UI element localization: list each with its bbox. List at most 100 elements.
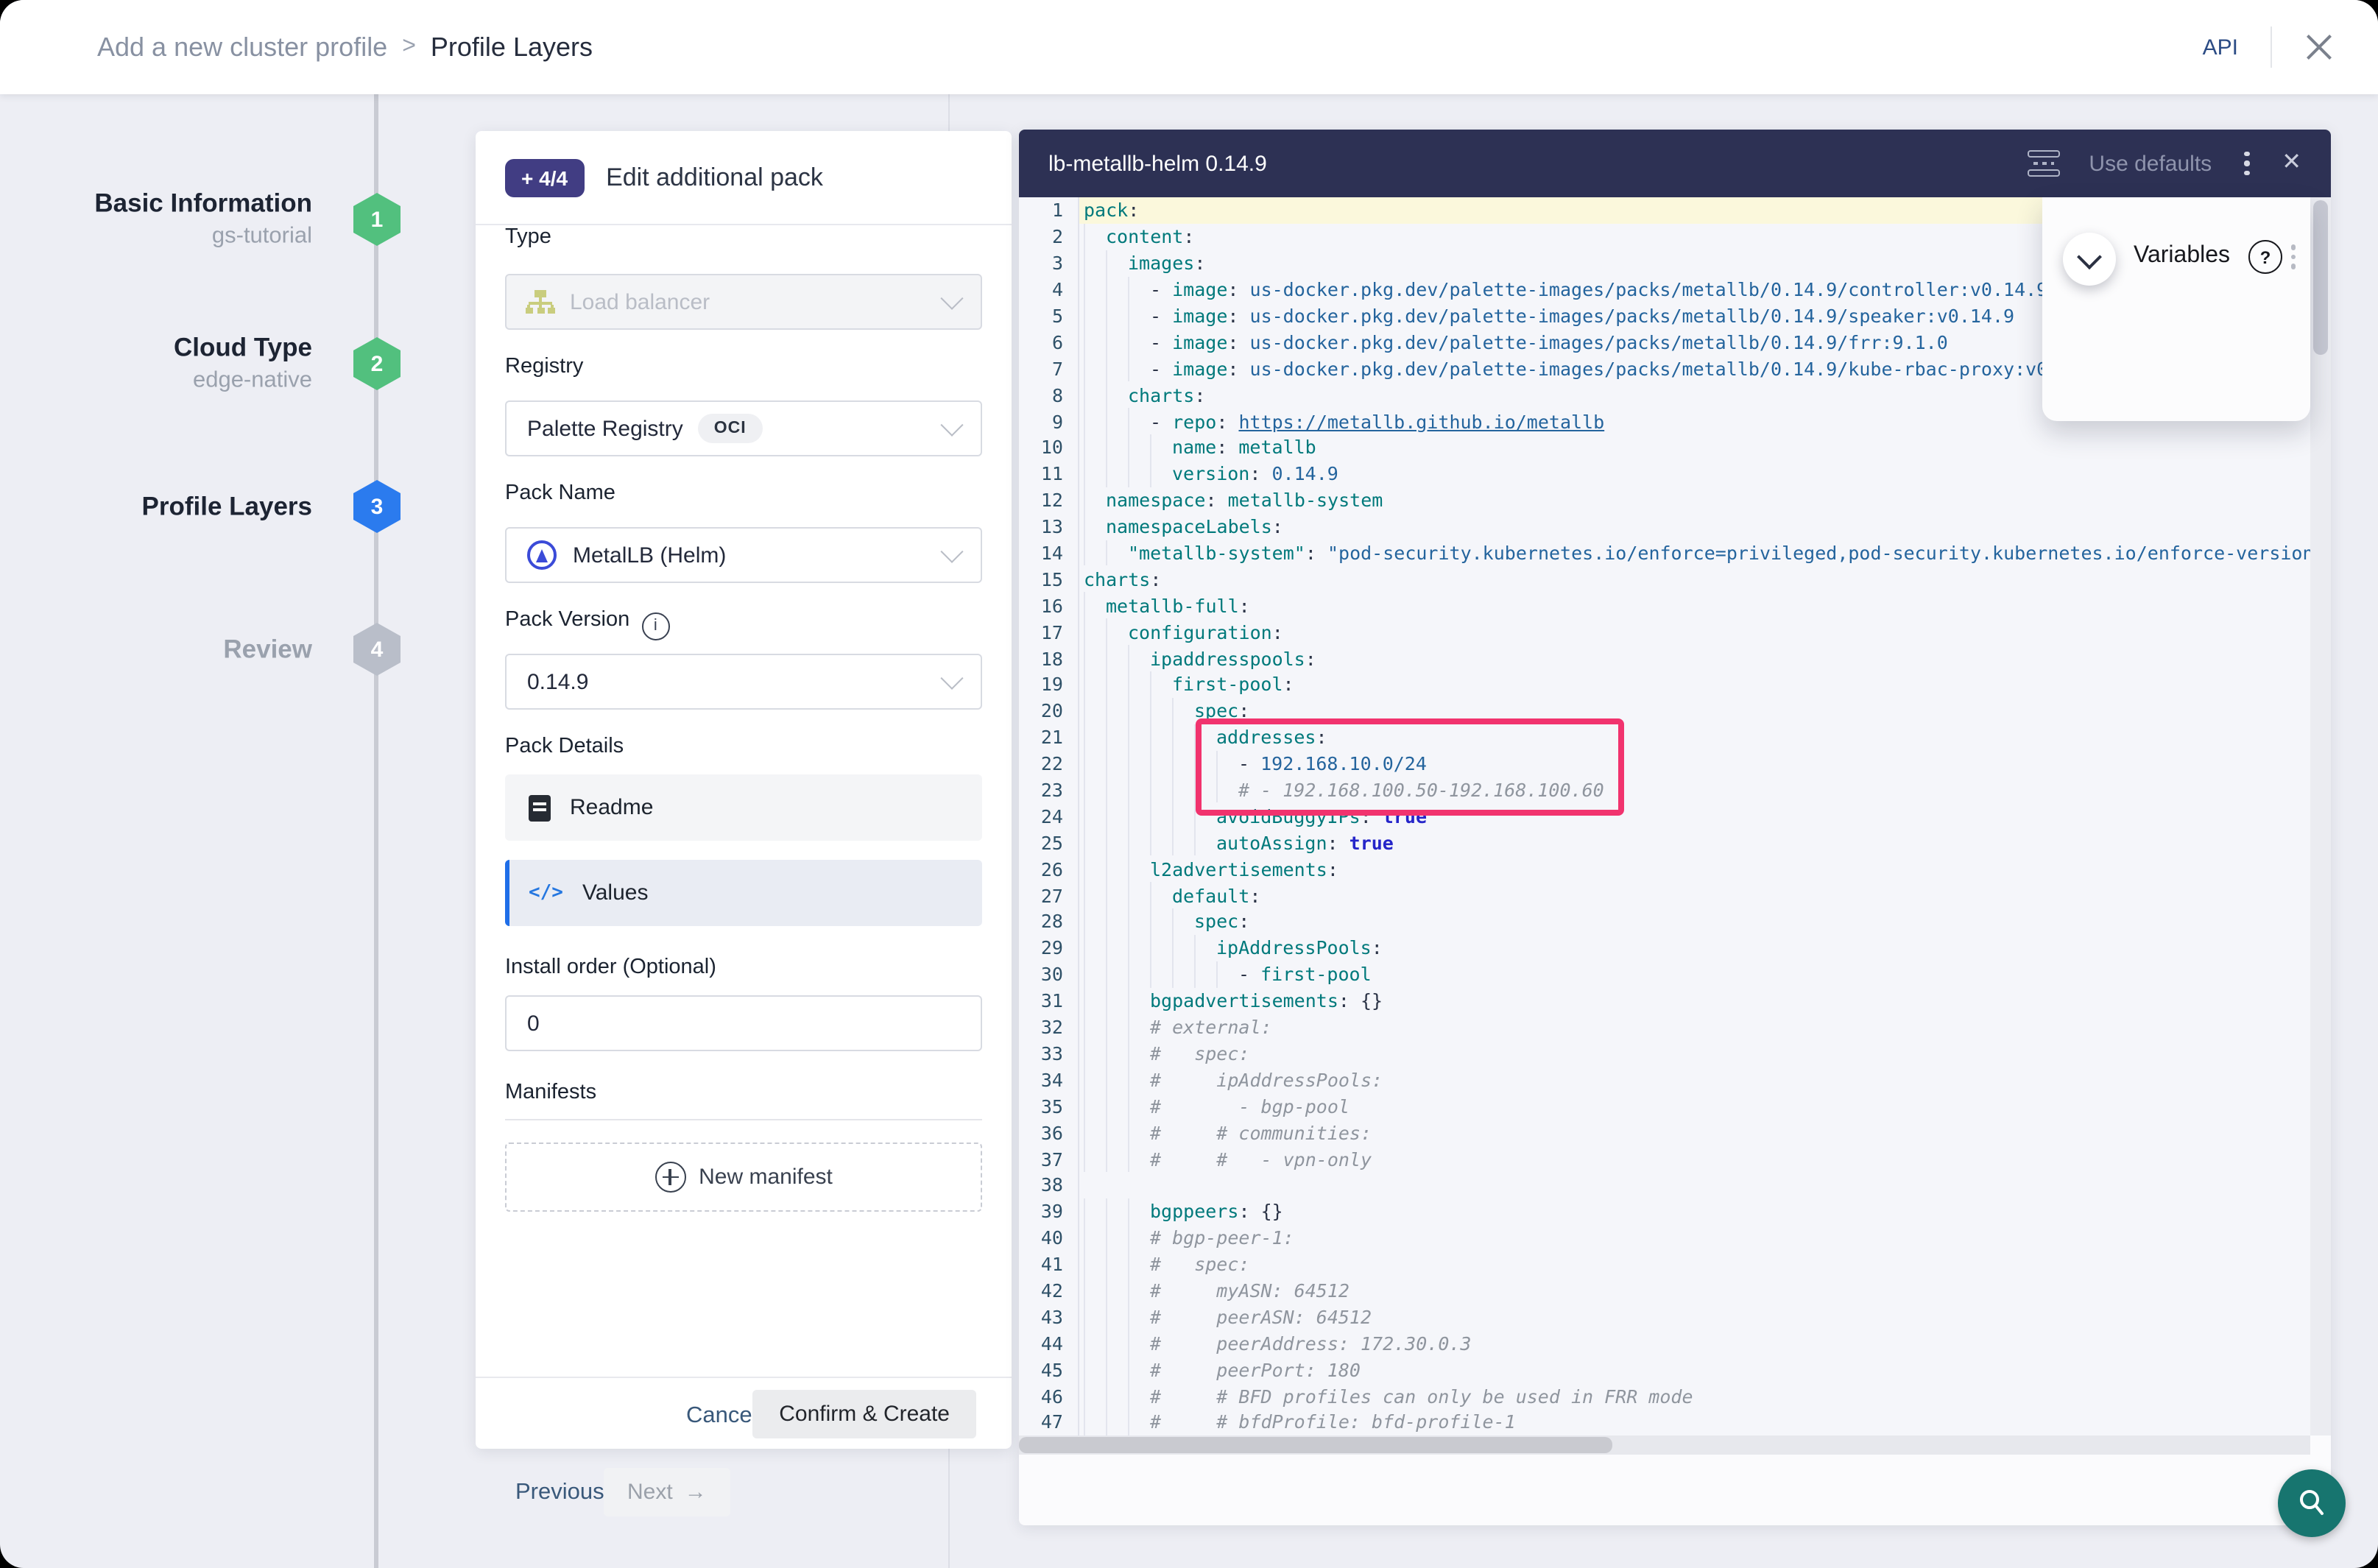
- previous-button[interactable]: Previous: [515, 1480, 604, 1506]
- code-line-34[interactable]: 34# ipAddressPools:: [1019, 1067, 2310, 1093]
- code-line-12[interactable]: 12namespace: metallb-system: [1019, 487, 2310, 514]
- install-order-input[interactable]: 0: [505, 995, 982, 1051]
- code-line-20[interactable]: 20spec:: [1019, 698, 2310, 724]
- code-line-10[interactable]: 10name: metallb: [1019, 434, 2310, 461]
- code-line-47[interactable]: 47# # bfdProfile: bfd-profile-1: [1019, 1409, 2310, 1435]
- code-line-38[interactable]: 38: [1019, 1172, 2310, 1198]
- line-number: 28: [1019, 911, 1063, 933]
- code-line-22[interactable]: 22- 192.168.10.0/24: [1019, 750, 2310, 777]
- code-line-40[interactable]: 40# bgp-peer-1:: [1019, 1224, 2310, 1251]
- code-line-26[interactable]: 26l2advertisements:: [1019, 856, 2310, 883]
- code-line-11[interactable]: 11version: 0.14.9: [1019, 461, 2310, 487]
- code-line-42[interactable]: 42# myASN: 64512: [1019, 1277, 2310, 1304]
- vertical-scrollbar-thumb[interactable]: [2313, 200, 2328, 355]
- cancel-button[interactable]: Cancel: [686, 1403, 758, 1430]
- code-line-17[interactable]: 17configuration:: [1019, 619, 2310, 646]
- variables-label: Variables: [2134, 243, 2230, 269]
- code-token: # # BFD profiles can only be used in FRR…: [1150, 1385, 1693, 1407]
- code-line-21[interactable]: 21addresses:: [1019, 724, 2310, 751]
- code-line-43[interactable]: 43# peerASN: 64512: [1019, 1304, 2310, 1330]
- line-number: 17: [1019, 621, 1063, 643]
- breadcrumb-parent[interactable]: Add a new cluster profile: [97, 32, 387, 63]
- type-select[interactable]: Load balancer: [505, 274, 982, 330]
- step-hexagon-4[interactable]: 4: [353, 623, 401, 676]
- code-token: avoidBuggyIPs: [1216, 805, 1361, 827]
- code-line-37[interactable]: 37# # - vpn-only: [1019, 1145, 2310, 1172]
- line-number: 33: [1019, 1042, 1063, 1064]
- new-manifest-button[interactable]: New manifest: [505, 1143, 982, 1212]
- code-line-18[interactable]: 18ipaddresspools:: [1019, 645, 2310, 671]
- editor-close-icon[interactable]: ✕: [2282, 152, 2301, 175]
- code-line-41[interactable]: 41# spec:: [1019, 1251, 2310, 1277]
- code-line-46[interactable]: 46# # BFD profiles can only be used in F…: [1019, 1382, 2310, 1409]
- indent-guides: [1084, 1224, 1150, 1251]
- code-line-39[interactable]: 39bgppeers: {}: [1019, 1198, 2310, 1225]
- code-line-29[interactable]: 29ipAddressPools:: [1019, 935, 2310, 961]
- readme-tab[interactable]: Readme: [505, 774, 982, 841]
- line-number: 29: [1019, 937, 1063, 959]
- variables-collapse-button[interactable]: [2063, 233, 2116, 286]
- code-line-32[interactable]: 32# external:: [1019, 1014, 2310, 1040]
- code-line-28[interactable]: 28spec:: [1019, 908, 2310, 935]
- code-line-36[interactable]: 36# # communities:: [1019, 1119, 2310, 1145]
- code-line-44[interactable]: 44# peerAddress: 172.30.0.3: [1019, 1330, 2310, 1357]
- step-cloud-type[interactable]: Cloud Typeedge-native: [0, 331, 312, 397]
- help-icon[interactable]: ?: [2248, 240, 2282, 274]
- line-number: 32: [1019, 1016, 1063, 1038]
- info-icon[interactable]: i: [641, 612, 669, 640]
- pack-name-select[interactable]: MetalLB (Helm): [505, 527, 982, 583]
- pack-count-badge[interactable]: + 4/4: [505, 158, 584, 197]
- code-line-14[interactable]: 14"metallb-system": "pod-security.kubern…: [1019, 540, 2310, 566]
- code-line-31[interactable]: 31bgpadvertisements: {}: [1019, 987, 2310, 1014]
- code-line-30[interactable]: 30- first-pool: [1019, 961, 2310, 988]
- kebab-menu-icon[interactable]: [2241, 149, 2252, 179]
- code-token: namespace: [1106, 489, 1205, 511]
- vertical-scrollbar[interactable]: [2310, 197, 2331, 1435]
- code-line-45[interactable]: 45# peerPort: 180: [1019, 1356, 2310, 1382]
- code-line-13[interactable]: 13namespaceLabels:: [1019, 513, 2310, 540]
- step-hexagon-3[interactable]: 3: [353, 480, 401, 533]
- pack-name-label: Pack Name: [505, 481, 615, 505]
- next-button[interactable]: Next →: [604, 1468, 730, 1516]
- code-token: spec: [1194, 700, 1238, 722]
- code-line-15[interactable]: 15charts:: [1019, 566, 2310, 593]
- code-line-23[interactable]: 23# - 192.168.100.50-192.168.100.60: [1019, 777, 2310, 803]
- line-number: 27: [1019, 884, 1063, 906]
- horizontal-scrollbar-thumb[interactable]: [1019, 1437, 1612, 1453]
- api-button[interactable]: API: [2203, 35, 2238, 60]
- step-hexagon-2[interactable]: 2: [353, 337, 401, 390]
- code-line-16[interactable]: 16metallb-full:: [1019, 593, 2310, 619]
- pack-details-label: Pack Details: [505, 735, 624, 758]
- step-profile-layers[interactable]: Profile Layers: [0, 490, 312, 523]
- registry-select[interactable]: Palette Registry OCI: [505, 400, 982, 456]
- pack-version-select[interactable]: 0.14.9: [505, 654, 982, 710]
- step-hexagon-1[interactable]: 1: [353, 193, 401, 246]
- variables-kebab-icon[interactable]: [2287, 241, 2298, 272]
- code-line-25[interactable]: 25autoAssign: true: [1019, 830, 2310, 856]
- code-token: -: [1150, 410, 1172, 432]
- code-line-35[interactable]: 35# - bgp-pool: [1019, 1093, 2310, 1120]
- indent-guides: [1084, 329, 1150, 356]
- code-line-27[interactable]: 27default:: [1019, 882, 2310, 908]
- step-review[interactable]: Review: [0, 632, 312, 666]
- code-token: :: [1205, 489, 1227, 511]
- indent-guides: [1084, 1198, 1150, 1225]
- horizontal-scrollbar[interactable]: [1019, 1435, 2310, 1455]
- form-title: Edit additional pack: [606, 163, 823, 192]
- values-tab[interactable]: </> Values: [505, 860, 982, 926]
- add-cluster-profile-window: Add a new cluster profile > Profile Laye…: [0, 0, 2378, 1568]
- indent-guides: [1084, 434, 1172, 461]
- confirm-create-button[interactable]: Confirm & Create: [752, 1390, 976, 1438]
- code-token: image: [1172, 358, 1227, 380]
- indent-guides: [1084, 1014, 1150, 1040]
- load-balancer-icon: [527, 290, 554, 314]
- code-line-24[interactable]: 24avoidBuggyIPs: true: [1019, 803, 2310, 830]
- close-icon[interactable]: [2304, 32, 2334, 62]
- use-defaults-button[interactable]: Use defaults: [2089, 151, 2212, 176]
- diff-view-icon[interactable]: [2027, 150, 2059, 177]
- indent-guides: [1084, 777, 1238, 803]
- code-line-19[interactable]: 19first-pool:: [1019, 671, 2310, 698]
- step-basic-information[interactable]: Basic Informationgs-tutorial: [0, 187, 312, 252]
- search-fab[interactable]: [2278, 1469, 2346, 1537]
- code-line-33[interactable]: 33# spec:: [1019, 1040, 2310, 1067]
